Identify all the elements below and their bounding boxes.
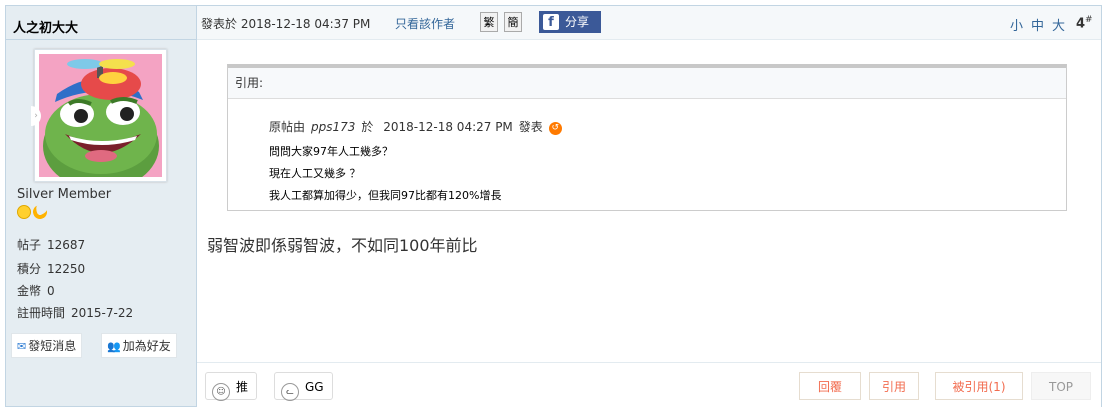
author-sidebar: 人之初大大 › Silver Member 帖子 12687 積分 12250 … xyxy=(6,6,197,406)
stat-label: 註冊時間 xyxy=(17,306,66,320)
facebook-icon: f xyxy=(543,14,559,30)
add-friend-label: 加為好友 xyxy=(122,339,171,353)
floor-mark: # xyxy=(1085,15,1093,25)
font-large-link[interactable]: 大 xyxy=(1052,15,1065,34)
stat-coins: 金幣 0 xyxy=(17,282,55,299)
stat-label: 金幣 xyxy=(17,284,42,298)
go-to-original-icon[interactable]: ↺ xyxy=(548,122,562,135)
quote-line: 問問大家97年人工幾多？ xyxy=(269,145,393,158)
font-small-link[interactable]: 小 xyxy=(1010,15,1023,34)
quote-origin: 原帖由 pps173 於 2018-12-18 04:27 PM 發表 ↺ xyxy=(269,118,562,135)
send-message-label: 發短消息 xyxy=(28,339,77,353)
quote-line: 現在人工又幾多 ？ xyxy=(269,167,361,180)
quote-orig-at: 於 xyxy=(361,120,374,134)
facebook-share-button[interactable]: f 分享 xyxy=(539,11,601,33)
author-name[interactable]: 人之初大大 xyxy=(13,17,78,36)
stat-label: 帖子 xyxy=(17,238,42,252)
stat-posts: 帖子 12687 xyxy=(17,236,85,253)
quote-orig-prefix: 原帖由 xyxy=(269,120,306,134)
vote-gg-label: GG xyxy=(305,380,324,394)
stat-value: 12250 xyxy=(47,262,86,276)
smiley-medal-icon xyxy=(17,204,31,219)
quote-line: 我人工都算加得少，但我同97比都有120%增長 xyxy=(269,189,502,202)
author-bar: 人之初大大 xyxy=(6,6,196,40)
post-message: 弱智波即係弱智波，不如同100年前比 xyxy=(207,236,478,255)
quoted-by-button[interactable]: 被引用(1) xyxy=(935,372,1023,400)
post-footer: ☺ 推 ᓚ GG 回覆 引用 被引用(1) TOP xyxy=(197,362,1101,407)
stat-value: 2015-7-22 xyxy=(71,306,134,320)
vote-up-button[interactable]: ☺ 推 xyxy=(205,372,258,401)
only-author-link[interactable]: 只看該作者 xyxy=(395,15,455,32)
envelope-icon: ✉ xyxy=(17,340,27,353)
quote-header: 引用: xyxy=(228,68,1066,99)
member-group: Silver Member xyxy=(17,187,112,202)
simplified-button[interactable]: 簡 xyxy=(504,12,522,32)
vote-up-label: 推 xyxy=(236,380,249,394)
stat-register-date: 註冊時間 2015-7-22 xyxy=(17,304,133,321)
post-header: 發表於 2018-12-18 04:37 PM 只看該作者 繁 簡 f 分享 小 … xyxy=(197,6,1101,40)
back-to-top-button[interactable]: TOP xyxy=(1031,372,1091,400)
floor-value: 4 xyxy=(1076,16,1086,32)
stat-credits: 積分 12250 xyxy=(17,260,85,277)
smile-icon: ☺ xyxy=(212,383,230,401)
stat-label: 積分 xyxy=(17,262,42,276)
send-message-button[interactable]: ✉ 發短消息 xyxy=(11,333,83,358)
stat-value: 0 xyxy=(47,284,55,298)
vote-gg-button[interactable]: ᓚ GG xyxy=(274,372,333,401)
font-medium-link[interactable]: 中 xyxy=(1031,15,1044,34)
quote-orig-time: 2018-12-18 04:27 PM xyxy=(383,120,513,134)
floor-number[interactable]: 4# xyxy=(1076,15,1093,31)
share-label: 分享 xyxy=(565,15,590,29)
medals xyxy=(17,202,49,221)
quote-orig-user[interactable]: pps173 xyxy=(311,120,355,134)
posted-time: 發表於 2018-12-18 04:37 PM xyxy=(201,17,371,31)
avatar[interactable] xyxy=(34,49,167,182)
forum-post: 人之初大大 › Silver Member 帖子 12687 積分 12250 … xyxy=(5,5,1102,407)
cat-face-icon: ᓚ xyxy=(281,383,299,401)
stat-value[interactable]: 12687 xyxy=(47,238,85,252)
quote-block: 引用: 原帖由 pps173 於 2018-12-18 04:27 PM 發表 ↺ 問問… xyxy=(227,64,1067,211)
traditional-button[interactable]: 繁 xyxy=(480,12,498,32)
quote-orig-suffix: 發表 xyxy=(518,120,543,134)
moon-medal-icon xyxy=(31,202,49,221)
avatar-image xyxy=(39,54,162,177)
add-friend-button[interactable]: 👥 加為好友 xyxy=(101,333,177,358)
friends-icon: 👥 xyxy=(107,340,121,353)
reply-button[interactable]: 回覆 xyxy=(799,372,861,400)
quote-button[interactable]: 引用 xyxy=(869,372,919,400)
